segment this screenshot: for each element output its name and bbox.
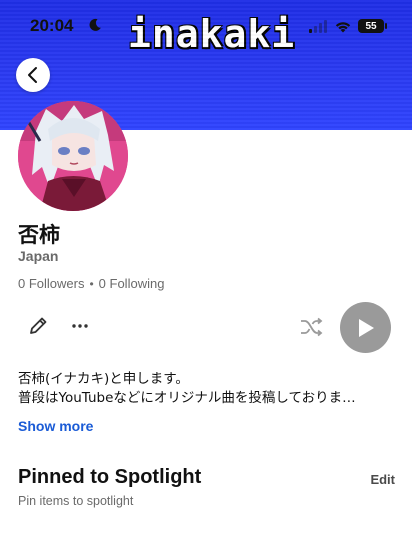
back-button[interactable]	[16, 58, 50, 92]
avatar	[18, 101, 128, 211]
moon-icon	[89, 18, 101, 31]
shuffle-icon[interactable]	[299, 316, 323, 338]
status-icons: 55	[308, 18, 387, 34]
spotlight-title: Pinned to Spotlight	[18, 466, 202, 488]
battery-icon: 55	[358, 19, 387, 33]
chevron-left-icon	[28, 67, 37, 83]
show-more-link[interactable]: Show more	[18, 418, 93, 434]
profile-bio: 否柿(イナカキ)と申します。 普段はYouTubeなどにオリジナル曲を投稿してお…	[18, 370, 398, 408]
follow-stats: 0 Followers • 0 Following	[18, 276, 164, 291]
avatar-illustration	[18, 101, 128, 211]
play-button[interactable]	[340, 302, 391, 353]
profile-name: 否柿	[18, 223, 60, 247]
edit-pencil-icon[interactable]	[27, 315, 49, 337]
spotlight-subtitle: Pin items to spotlight	[18, 494, 134, 508]
followers-count[interactable]: 0 Followers	[18, 276, 84, 291]
bio-line-1: 否柿(イナカキ)と申します。	[18, 371, 189, 387]
following-count[interactable]: 0 Following	[99, 276, 165, 291]
signal-icon	[309, 20, 327, 33]
profile-location: Japan	[18, 248, 59, 264]
wifi-icon	[335, 22, 351, 33]
play-icon	[358, 318, 374, 337]
status-time: 20:04	[30, 16, 74, 35]
stats-separator: •	[89, 276, 94, 291]
banner-title: inakaki	[128, 12, 296, 56]
bio-line-2: 普段はYouTubeなどにオリジナル曲を投稿しておりま…	[18, 390, 356, 406]
spotlight-edit-button[interactable]: Edit	[370, 472, 395, 487]
more-options-icon[interactable]	[70, 316, 90, 336]
